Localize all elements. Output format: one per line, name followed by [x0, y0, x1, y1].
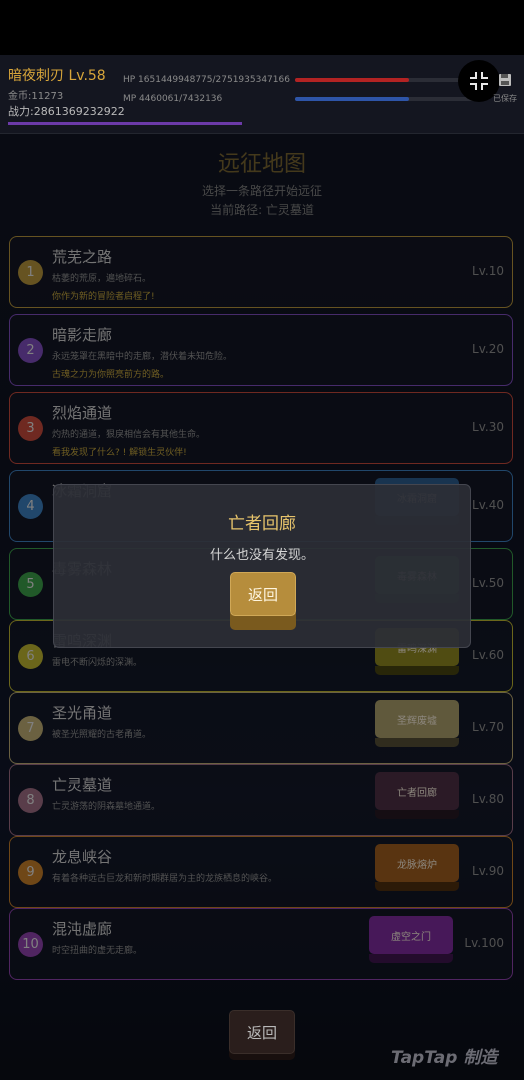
save-icon — [499, 74, 511, 86]
status-bar-area — [0, 0, 524, 55]
hp-text: HP 1651449948775/2751935347166 — [123, 75, 290, 85]
hp-bar — [295, 78, 485, 82]
dialog-title: 亡者回廊 — [228, 514, 296, 534]
taptap-watermark: TapTap 制造 — [391, 1048, 498, 1068]
mp-text: MP 4460061/7432136 — [123, 94, 223, 104]
result-dialog: 亡者回廊 什么也没有发现。 返回 — [53, 484, 471, 648]
combat-power: 战力:2861369232922 — [8, 105, 125, 118]
power-bar — [8, 122, 242, 125]
mp-bar-fill — [295, 97, 409, 101]
save-label: 已保存 — [493, 94, 517, 103]
player-header: 暗夜刺刃 Lv.58 金币:11273 战力:2861369232922 HP … — [0, 55, 524, 134]
back-button[interactable]: 返回 — [229, 1010, 295, 1054]
save-indicator[interactable]: 已保存 — [488, 72, 522, 104]
dialog-message: 什么也没有发现。 — [209, 548, 314, 563]
player-name: 暗夜刺刃 Lv.58 — [8, 68, 106, 84]
hp-bar-fill — [295, 78, 409, 82]
mp-bar — [295, 97, 485, 101]
collapse-icon — [470, 72, 488, 90]
dialog-return-button[interactable]: 返回 — [230, 572, 296, 616]
gold-count: 金币:11273 — [8, 91, 64, 102]
